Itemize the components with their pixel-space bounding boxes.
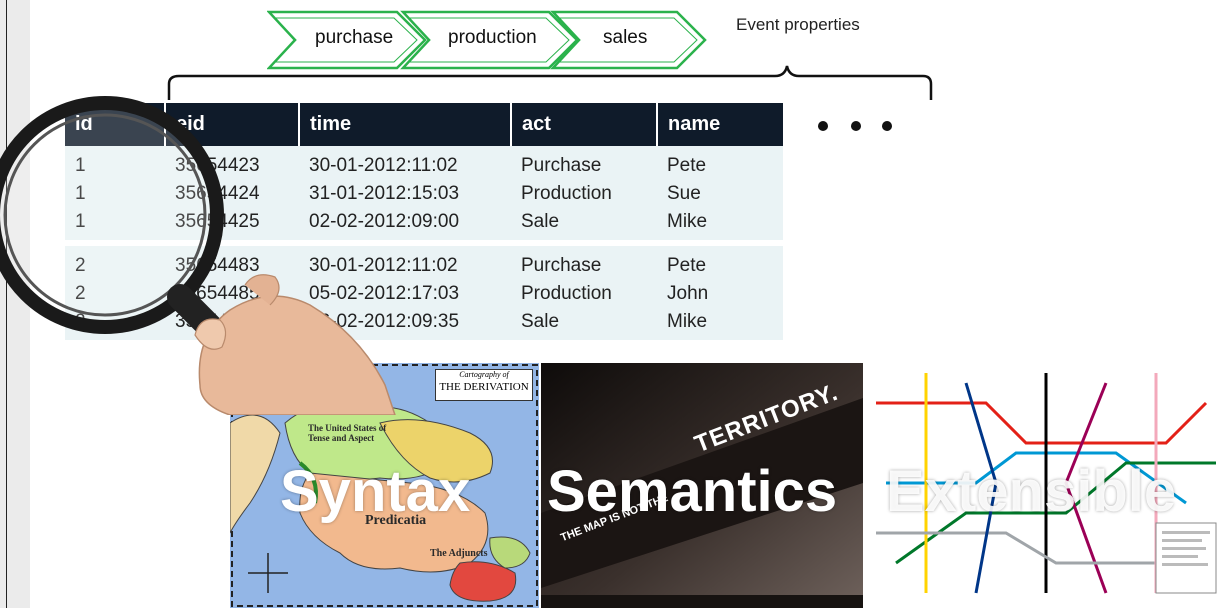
more-columns-ellipsis-icon: [818, 121, 898, 131]
cell-act: Production: [511, 180, 657, 208]
cell-name: Mike: [657, 308, 783, 340]
cell-name: Pete: [657, 146, 783, 180]
cell-act: Sale: [511, 208, 657, 240]
map-region-label: The Adjuncts: [430, 548, 488, 559]
cell-act: Sale: [511, 308, 657, 340]
cell-name: Mike: [657, 208, 783, 240]
map-title-box: Cartography of THE DERIVATION: [435, 369, 533, 401]
semantics-photo-image: TERRITORY. THE MAP IS NOT THE Semantics: [541, 363, 863, 608]
magnifying-glass-icon: [0, 96, 396, 415]
cell-act: Purchase: [511, 246, 657, 280]
step-production-label: production: [448, 27, 537, 48]
cell-name: John: [657, 280, 783, 308]
event-properties-label: Event properties: [736, 15, 860, 34]
dot: [818, 121, 828, 131]
process-chevrons: purchase production sales: [266, 10, 707, 70]
column-header-name: name: [657, 103, 783, 146]
cell-name: Sue: [657, 180, 783, 208]
step-sales-label: sales: [603, 27, 648, 48]
dot: [851, 121, 861, 131]
semantics-word: Semantics: [547, 459, 838, 524]
tube-map-image: Extensible: [866, 363, 1225, 608]
dot: [882, 121, 892, 131]
map-region-label: The United States of Tense and Aspect: [308, 423, 387, 443]
step-purchase-label: purchase: [315, 27, 394, 48]
extensible-word: Extensible: [886, 459, 1177, 524]
syntax-word: Syntax: [280, 459, 471, 524]
hand-icon: [194, 274, 396, 415]
map-title: THE DERIVATION: [439, 381, 529, 393]
cell-act: Production: [511, 280, 657, 308]
cell-name: Pete: [657, 246, 783, 280]
column-header-act: act: [511, 103, 658, 146]
map-title-subtitle: Cartography of: [459, 370, 509, 379]
cell-act: Purchase: [511, 146, 657, 180]
